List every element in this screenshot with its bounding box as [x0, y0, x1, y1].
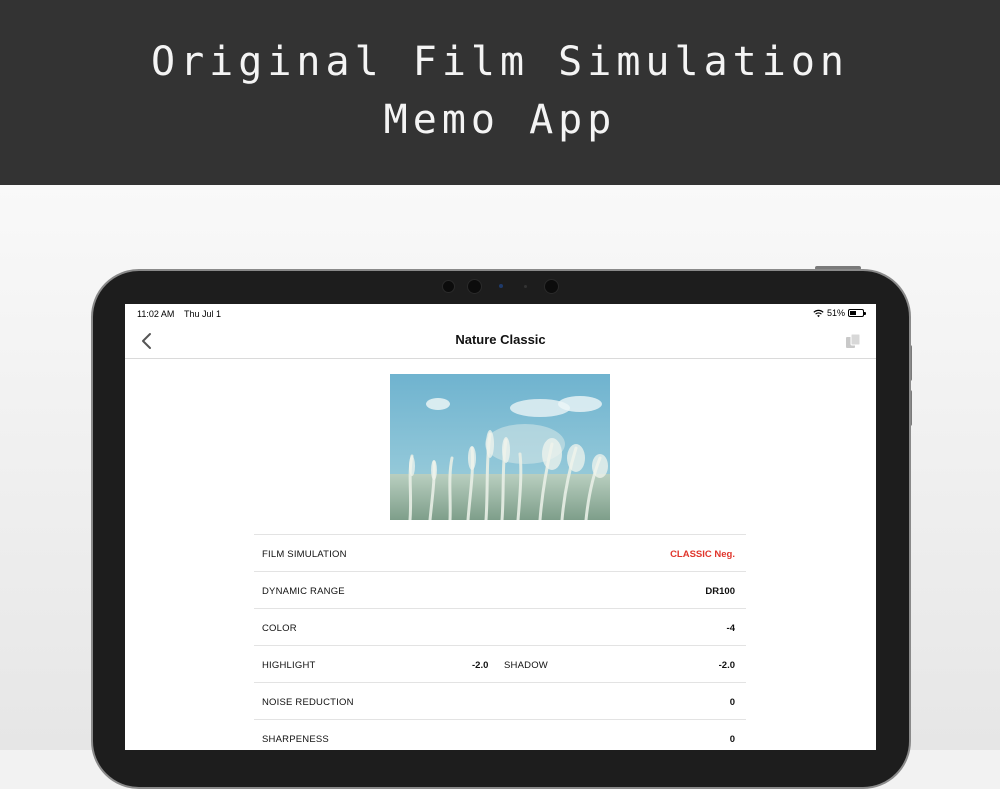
value-color: -4	[726, 623, 735, 634]
value-film-simulation: CLASSIC Neg.	[670, 549, 735, 560]
value-shadow: -2.0	[718, 660, 735, 671]
label-shadow: SHADOW	[504, 660, 548, 671]
promo-banner: Original Film Simulation Memo App	[0, 0, 1000, 185]
status-bar: 11:02 AM Thu Jul 1 51%	[125, 304, 876, 324]
wifi-icon	[813, 309, 824, 317]
page-title: Nature Classic	[455, 332, 546, 347]
status-time: 11:02 AM	[137, 309, 175, 319]
row-dynamic-range: DYNAMIC RANGE DR100	[254, 571, 746, 608]
row-highlight-shadow: HIGHLIGHT -2.0 SHADOW -2.0	[254, 645, 746, 682]
battery-icon	[848, 309, 866, 317]
camera-sensor-icon	[524, 285, 527, 288]
app-screen: 11:02 AM Thu Jul 1 51% Nature Classic FI…	[125, 304, 876, 750]
battery-level-fill	[850, 311, 857, 315]
label-noise-reduction: NOISE REDUCTION	[262, 697, 354, 708]
sample-photo	[390, 374, 610, 520]
battery-percent: 51%	[826, 308, 845, 318]
status-right-group: 51%	[813, 308, 866, 318]
camera-indicator-icon	[499, 284, 503, 288]
label-highlight: HIGHLIGHT	[262, 660, 316, 671]
settings-table: FILM SIMULATION CLASSIC Neg. DYNAMIC RAN…	[254, 534, 746, 750]
camera-sensor-icon	[467, 279, 482, 294]
banner-title-line-2: Memo App	[383, 97, 617, 143]
row-color: COLOR -4	[254, 608, 746, 645]
label-film-simulation: FILM SIMULATION	[262, 549, 347, 560]
label-dynamic-range: DYNAMIC RANGE	[262, 586, 345, 597]
row-noise-reduction: NOISE REDUCTION 0	[254, 682, 746, 719]
camera-sensor-icon	[442, 280, 455, 293]
row-film-simulation: FILM SIMULATION CLASSIC Neg.	[254, 534, 746, 571]
label-color: COLOR	[262, 623, 297, 634]
status-date: Thu Jul 1	[184, 309, 222, 319]
value-highlight: -2.0	[472, 660, 489, 671]
label-sharpness: SHARPENESS	[262, 734, 329, 745]
row-sharpness: SHARPENESS 0	[254, 719, 746, 750]
copy-button[interactable]	[844, 332, 862, 350]
banner-title-line-1: Original Film Simulation	[151, 39, 849, 85]
camera-lens-icon	[544, 279, 559, 294]
navigation-bar: Nature Classic	[125, 324, 876, 359]
grass-photo-image	[390, 374, 610, 520]
value-sharpness: 0	[729, 734, 735, 745]
value-noise-reduction: 0	[729, 697, 735, 708]
value-dynamic-range: DR100	[705, 586, 735, 597]
